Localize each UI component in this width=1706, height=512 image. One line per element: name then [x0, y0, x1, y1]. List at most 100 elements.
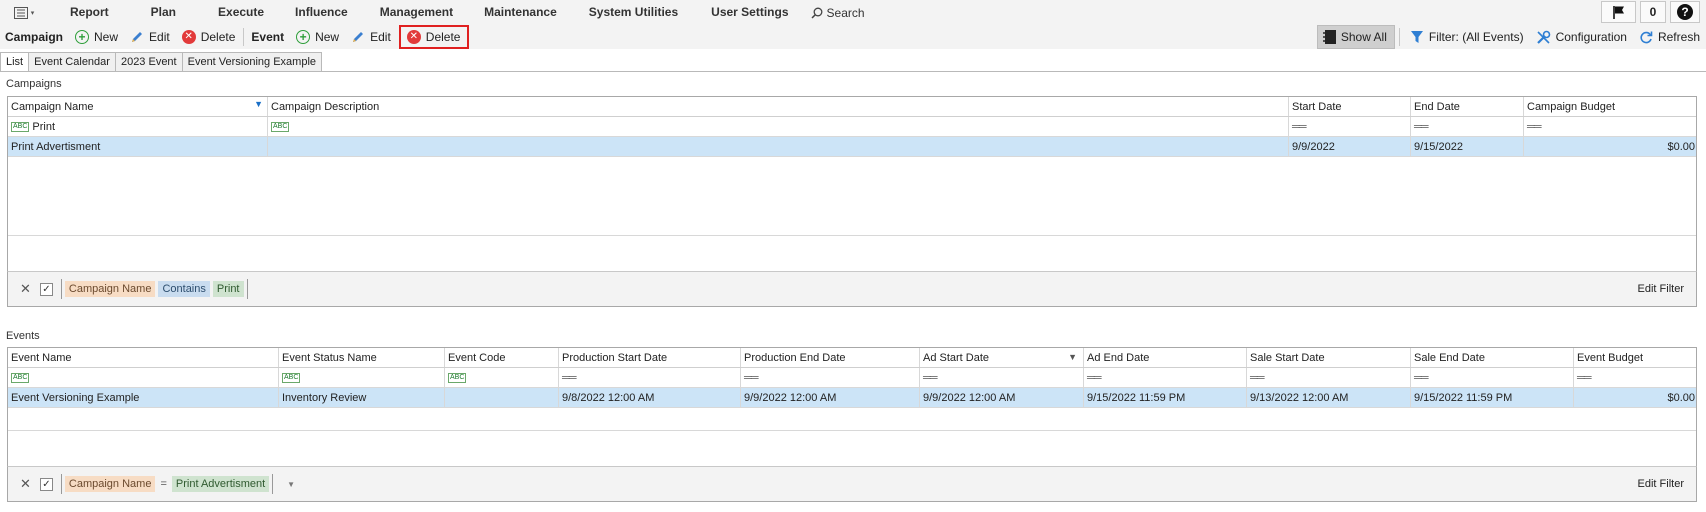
- filter-expression[interactable]: Campaign Name Contains Print: [60, 279, 248, 299]
- tab-event-versioning-example[interactable]: Event Versioning Example: [181, 52, 323, 72]
- enable-filter-checkbox[interactable]: ✓: [39, 477, 53, 491]
- menu-maintenance[interactable]: Maintenance: [469, 0, 589, 25]
- filter-operator-chip[interactable]: Contains: [158, 281, 210, 297]
- cell-event-name: Event Versioning Example: [8, 388, 279, 407]
- add-icon: +: [75, 30, 90, 44]
- filter-cell-ad-start-date[interactable]: ══: [920, 368, 1084, 387]
- menu-report[interactable]: Report: [48, 0, 125, 25]
- show-all-button[interactable]: Show All: [1316, 25, 1395, 49]
- table-row[interactable]: Print Advertisment 9/9/2022 9/15/2022 $0…: [8, 137, 1696, 157]
- column-header-production-end-date[interactable]: Production End Date: [741, 348, 920, 367]
- filter-cell-production-start-date[interactable]: ══: [559, 368, 741, 387]
- filter-cell-campaign-description[interactable]: ABC: [268, 117, 1289, 136]
- campaign-new-button[interactable]: + New: [69, 26, 124, 48]
- filter-cell-event-code[interactable]: ABC: [445, 368, 559, 387]
- help-icon: ?: [1677, 4, 1693, 20]
- events-empty-area: [8, 430, 1696, 431]
- filter-history-dropdown-icon[interactable]: ▼: [287, 480, 295, 489]
- filter-value-chip[interactable]: Print: [212, 281, 244, 297]
- edit-filter-button[interactable]: Edit Filter: [1638, 478, 1684, 490]
- pencil-icon: [132, 32, 143, 42]
- refresh-button[interactable]: Refresh: [1633, 26, 1706, 48]
- column-header-event-budget[interactable]: Event Budget: [1574, 348, 1698, 367]
- equals-filter-icon: ══: [1414, 371, 1429, 384]
- search-button[interactable]: Search: [810, 6, 865, 20]
- column-header-campaign-budget[interactable]: Campaign Budget: [1524, 97, 1698, 116]
- enable-filter-checkbox[interactable]: ✓: [39, 282, 53, 296]
- tab-list[interactable]: List: [0, 52, 30, 72]
- equals-filter-icon: ══: [1577, 371, 1592, 384]
- menu-execute[interactable]: Execute: [202, 0, 280, 25]
- event-new-label: New: [315, 30, 340, 44]
- campaign-delete-button[interactable]: ✕ Delete: [176, 26, 242, 48]
- menu-plan[interactable]: Plan: [125, 0, 202, 25]
- filter-operator[interactable]: =: [158, 478, 168, 490]
- sort-descending-icon: ▼: [1068, 352, 1077, 362]
- text-filter-icon: ABC: [448, 372, 467, 383]
- filter-cell-event-status-name[interactable]: ABC: [279, 368, 445, 387]
- filter-label: Filter: (All Events): [1428, 30, 1524, 44]
- menu-influence[interactable]: Influence: [280, 0, 364, 25]
- notification-count-button[interactable]: 0: [1640, 1, 1666, 23]
- filter-button[interactable]: Filter: (All Events): [1404, 26, 1530, 48]
- equals-filter-icon: ══: [1527, 120, 1542, 133]
- column-header-sale-start-date[interactable]: Sale Start Date: [1247, 348, 1411, 367]
- filter-cell-start-date[interactable]: ══: [1289, 117, 1411, 136]
- column-header-ad-end-date[interactable]: Ad End Date: [1084, 348, 1247, 367]
- filter-cell-event-name[interactable]: ABC: [8, 368, 279, 387]
- filter-cell-sale-start-date[interactable]: ══: [1247, 368, 1411, 387]
- campaign-edit-label: Edit: [149, 30, 170, 44]
- campaign-new-label: New: [94, 30, 119, 44]
- view-tabs: List Event Calendar 2023 Event Event Ver…: [0, 52, 323, 72]
- clear-filter-icon[interactable]: ✕: [20, 476, 31, 492]
- tab-2023-event[interactable]: 2023 Event: [114, 52, 183, 72]
- column-header-campaign-name[interactable]: Campaign Name ▼: [8, 97, 268, 116]
- column-header-campaign-description[interactable]: Campaign Description: [268, 97, 1289, 116]
- campaign-edit-button[interactable]: Edit: [124, 26, 176, 48]
- column-header-sale-end-date[interactable]: Sale End Date: [1411, 348, 1574, 367]
- menu-management[interactable]: Management: [364, 0, 469, 25]
- column-header-event-status-name[interactable]: Event Status Name: [279, 348, 445, 367]
- column-header-start-date[interactable]: Start Date: [1289, 97, 1411, 116]
- menu-user-settings[interactable]: User Settings: [711, 0, 808, 25]
- table-row[interactable]: Event Versioning Example Inventory Revie…: [8, 388, 1696, 408]
- column-header-ad-start-date[interactable]: Ad Start Date ▼: [920, 348, 1084, 367]
- filter-cell-campaign-budget[interactable]: ══: [1524, 117, 1698, 136]
- filter-funnel-icon[interactable]: ▼: [254, 99, 263, 109]
- toolbar-separator: [1398, 28, 1400, 46]
- column-header-event-code[interactable]: Event Code: [445, 348, 559, 367]
- column-header-production-start-date[interactable]: Production Start Date: [559, 348, 741, 367]
- edit-filter-button[interactable]: Edit Filter: [1638, 283, 1684, 295]
- filter-cell-sale-end-date[interactable]: ══: [1411, 368, 1574, 387]
- events-title: Events: [6, 330, 40, 342]
- event-delete-button[interactable]: ✕ Delete: [398, 25, 470, 49]
- column-header-event-name[interactable]: Event Name: [8, 348, 279, 367]
- toolbar-separator: [243, 28, 245, 46]
- filter-field-chip[interactable]: Campaign Name: [64, 476, 156, 492]
- text-filter-icon: ABC: [11, 372, 30, 383]
- column-header-end-date[interactable]: End Date: [1411, 97, 1524, 116]
- filter-cell-end-date[interactable]: ══: [1411, 117, 1524, 136]
- text-filter-icon: ABC: [11, 121, 30, 132]
- equals-filter-icon: ══: [744, 371, 759, 384]
- event-new-button[interactable]: + New: [290, 26, 345, 48]
- filter-cell-campaign-name[interactable]: ABC Print: [8, 117, 268, 136]
- filter-cell-event-budget[interactable]: ══: [1574, 368, 1698, 387]
- filter-field-chip[interactable]: Campaign Name: [64, 281, 156, 297]
- event-edit-button[interactable]: Edit: [345, 26, 397, 48]
- notebook-icon: [1322, 30, 1336, 44]
- filter-expression[interactable]: Campaign Name = Print Advertisment: [60, 474, 274, 494]
- filter-value-chip[interactable]: Print Advertisment: [171, 476, 270, 492]
- equals-filter-icon: ══: [923, 371, 938, 384]
- filter-cell-production-end-date[interactable]: ══: [741, 368, 920, 387]
- app-menu-button[interactable]: ▾: [0, 0, 48, 25]
- help-button[interactable]: ?: [1670, 1, 1700, 23]
- cell-ad-start-date: 9/9/2022 12:00 AM: [920, 388, 1084, 407]
- menu-system-utilities[interactable]: System Utilities: [589, 0, 711, 25]
- filter-cell-ad-end-date[interactable]: ══: [1084, 368, 1247, 387]
- clear-filter-icon[interactable]: ✕: [20, 281, 31, 297]
- flag-button[interactable]: [1601, 1, 1636, 23]
- tab-event-calendar[interactable]: Event Calendar: [28, 52, 116, 72]
- configuration-button[interactable]: Configuration: [1530, 26, 1633, 48]
- campaigns-title: Campaigns: [6, 78, 62, 90]
